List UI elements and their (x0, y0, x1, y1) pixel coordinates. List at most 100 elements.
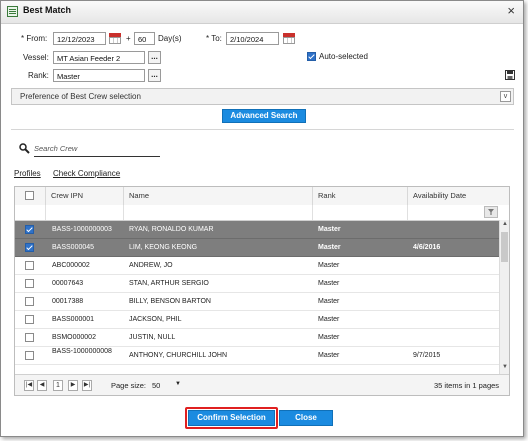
select-all-checkbox[interactable] (25, 191, 34, 200)
table-row[interactable]: BASS000045 LIM, KEONG KEONG Master 4/6/2016 (15, 239, 499, 257)
scrollbar-thumb[interactable] (501, 232, 508, 262)
row-checkbox[interactable] (25, 333, 34, 342)
rank-cell: Master (318, 244, 341, 251)
from-calendar-icon[interactable] (109, 32, 121, 44)
footer: Confirm Selection Close (1, 404, 523, 436)
rank-label: Rank: (28, 71, 49, 80)
rank-input[interactable]: Master (53, 69, 145, 82)
filter-cell (46, 205, 124, 220)
row-checkbox[interactable] (25, 297, 34, 306)
prev-page-icon[interactable]: ◀ (37, 380, 47, 391)
auto-selected-label: Auto-selected (319, 52, 368, 61)
column-header-availability-date[interactable]: Availability Date (408, 187, 509, 205)
close-button[interactable]: Close (279, 410, 333, 426)
row-checkbox[interactable] (25, 243, 34, 252)
vessel-label: Vessel: (23, 53, 49, 62)
chevron-down-icon[interactable]: v (500, 91, 511, 102)
rank-cell: Master (318, 280, 340, 287)
table-row[interactable]: 00017388 BILLY, BENSON BARTON Master (15, 293, 499, 311)
scroll-up-icon[interactable]: ▲ (502, 221, 508, 227)
days-input[interactable]: 60 (134, 32, 155, 45)
availability-date-cell (413, 311, 497, 329)
row-checkbox[interactable] (25, 225, 34, 234)
row-checkbox[interactable] (25, 315, 34, 324)
advanced-search-button[interactable]: Advanced Search (222, 109, 306, 123)
name-cell: ANTHONY, CHURCHILL JOHN (129, 352, 228, 359)
availability-date-cell (413, 329, 497, 347)
name-cell: JUSTIN, NULL (129, 334, 176, 341)
filter-icon[interactable] (484, 206, 498, 218)
name-cell: ANDREW, JO (129, 262, 173, 269)
search-crew-input[interactable]: Search Crew (34, 144, 160, 157)
row-checkbox[interactable] (25, 351, 34, 360)
availability-date-cell (413, 221, 497, 239)
rank-cell: Master (318, 334, 340, 341)
crew-ipn-cell: ABC000002 (52, 262, 90, 269)
preference-label: Preference of Best Crew selection (20, 92, 141, 101)
profiles-link[interactable]: Profiles (14, 169, 41, 178)
auto-selected-checkbox[interactable] (307, 52, 316, 61)
crew-ipn-cell: BSMO000002 (52, 334, 96, 341)
crew-ipn-cell: 00007643 (52, 280, 84, 287)
vertical-scrollbar[interactable]: ▲ ▼ (499, 220, 509, 374)
pager: |◀ ◀ 1 ▶ ▶| Page size: 50 ▼ 35 items in … (15, 374, 509, 395)
rank-cell: Master (318, 262, 340, 269)
last-page-icon[interactable]: ▶| (82, 380, 92, 391)
table-row[interactable]: BSMO000002 JUSTIN, NULL Master (15, 329, 499, 347)
filter-cell (15, 205, 46, 220)
to-date-input[interactable]: 2/10/2024 (226, 32, 279, 45)
rank-browse-button[interactable]: ... (148, 69, 161, 82)
column-header-crew-ipn[interactable]: Crew IPN (46, 187, 124, 205)
page-size-select[interactable]: 50 (152, 381, 160, 390)
search-icon (19, 143, 30, 156)
first-page-icon[interactable]: |◀ (24, 380, 34, 391)
divider (11, 129, 514, 130)
confirm-selection-button[interactable]: Confirm Selection (188, 410, 275, 426)
select-all-cell (15, 187, 46, 205)
from-date-input[interactable]: 12/12/2023 (53, 32, 106, 45)
vessel-input[interactable]: MT Asian Feeder 2 (53, 51, 145, 64)
next-page-icon[interactable]: ▶ (68, 380, 78, 391)
row-checkbox[interactable] (25, 261, 34, 270)
table-row[interactable]: 00007643 STAN, ARTHUR SERGIO Master (15, 275, 499, 293)
name-cell: JACKSON, PHIL (129, 316, 182, 323)
crew-ipn-cell: 00017388 (52, 298, 84, 305)
preference-panel[interactable]: Preference of Best Crew selection v (11, 88, 514, 105)
name-cell: STAN, ARTHUR SERGIO (129, 280, 209, 287)
grid-filter-row (15, 205, 509, 221)
row-checkbox[interactable] (25, 279, 34, 288)
filter-cell (124, 205, 313, 220)
best-match-dialog: Best Match × * From: 12/12/2023 + 60 Day… (0, 0, 524, 437)
to-label: * To: (206, 34, 222, 43)
rank-cell: Master (318, 298, 340, 305)
save-icon[interactable] (505, 70, 515, 82)
from-label: * From: (21, 34, 48, 43)
availability-date-cell: 4/6/2016 (413, 244, 441, 251)
column-header-rank[interactable]: Rank (313, 187, 408, 205)
page-number[interactable]: 1 (53, 380, 63, 391)
table-row[interactable]: BASS000001 JACKSON, PHIL Master (15, 311, 499, 329)
close-icon[interactable]: × (507, 3, 515, 18)
table-row[interactable]: ABC000002 ANDREW, JO Master (15, 257, 499, 275)
crew-ipn-cell: BASS000045 (52, 244, 95, 251)
scroll-down-icon[interactable]: ▼ (502, 364, 508, 370)
rank-cell: Master (318, 226, 341, 233)
table-row[interactable]: BASS-1000000008 ANTHONY, CHURCHILL JOHN Ma… (15, 347, 499, 365)
crew-ipn-cell: BASS-1000000003 (52, 226, 112, 233)
name-cell: RYAN, RONALDO KUMAR (129, 226, 214, 233)
availability-date-cell: 9/7/2015 (413, 352, 441, 359)
dialog-title: Best Match (23, 5, 72, 15)
column-header-name[interactable]: Name (124, 187, 313, 205)
filter-cell (408, 205, 509, 220)
vessel-browse-button[interactable]: ... (148, 51, 161, 64)
days-unit-label: Day(s) (158, 34, 182, 43)
to-calendar-icon[interactable] (283, 32, 295, 44)
pager-summary: 35 items in 1 pages (434, 381, 500, 390)
list-icon (7, 6, 18, 17)
page-size-chevron-icon[interactable]: ▼ (175, 381, 181, 387)
availability-date-cell (413, 257, 497, 275)
filter-cell (313, 205, 408, 220)
table-row[interactable]: BASS-1000000003 RYAN, RONALDO KUMAR Master (15, 221, 499, 239)
rank-cell: Master (318, 316, 340, 323)
check-compliance-link[interactable]: Check Compliance (53, 169, 120, 178)
